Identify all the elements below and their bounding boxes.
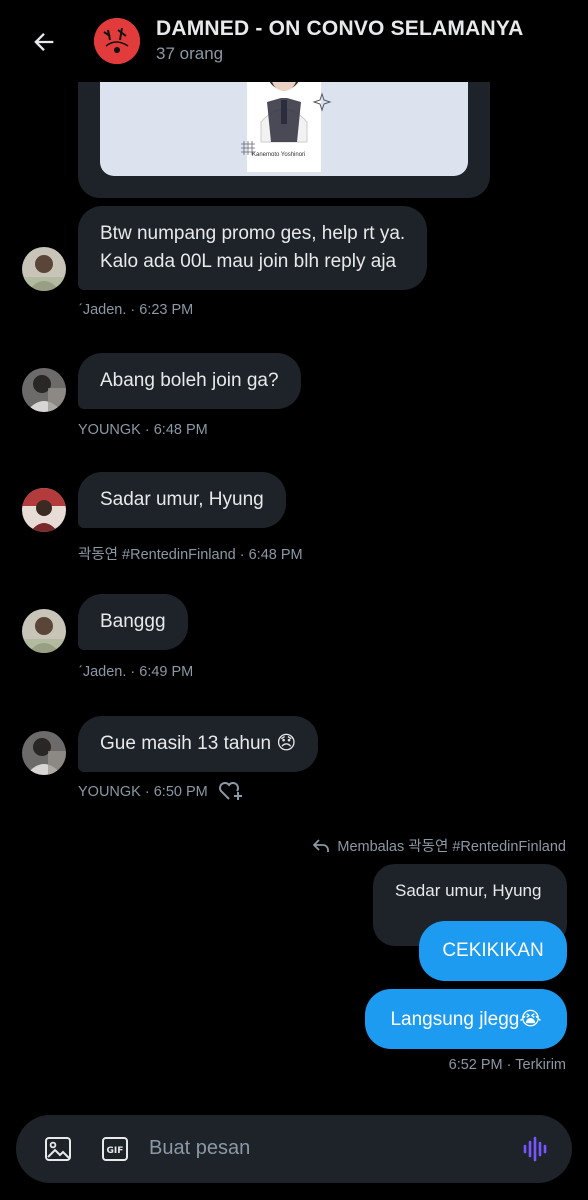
card-caption: Kanemoto Yoshinori <box>252 152 306 158</box>
group-title[interactable]: DAMNED - ON CONVO SELAMANYA <box>156 17 523 41</box>
sent-message-bubble[interactable]: Langsung jlegg😭 <box>365 989 567 1049</box>
avatar-jaden[interactable] <box>22 609 66 653</box>
back-arrow-icon[interactable] <box>26 24 62 60</box>
avatar-jaden[interactable] <box>22 247 66 291</box>
message-meta: ˊJaden. · 6:23 PM <box>78 302 194 318</box>
member-count: 37 orang <box>156 44 224 63</box>
message-input[interactable]: Buat pesan <box>149 1137 250 1160</box>
message-composer[interactable]: GIF Buat pesan <box>16 1115 572 1183</box>
message-line: Kalo ada 00L mau join blh reply aja <box>100 251 397 272</box>
message-meta: YOUNGK · 6:48 PM <box>78 422 208 438</box>
message-bubble[interactable]: Gue masih 13 tahun 😞 <box>78 716 319 772</box>
message-bubble[interactable]: Banggg <box>78 594 188 650</box>
sent-status: 6:52 PM · Terkirim <box>448 1057 566 1073</box>
quoted-message-text: Sadar umur, Hyung <box>395 881 542 900</box>
add-reaction-heart-icon[interactable] <box>218 780 244 802</box>
reply-context: Membalas 곽동연 #RentedinFinland <box>313 835 566 856</box>
image-icon[interactable] <box>44 1135 72 1163</box>
grid-decoration-icon <box>241 141 255 155</box>
group-avatar[interactable] <box>94 18 140 64</box>
gif-icon[interactable]: GIF <box>101 1135 129 1163</box>
sent-message-bubble[interactable]: CEKIKIKAN <box>419 921 567 981</box>
message-line: Btw numpang promo ges, help rt ya. <box>100 223 406 244</box>
avatar-youngk[interactable] <box>22 368 66 412</box>
message-bubble[interactable]: Btw numpang promo ges, help rt ya. Kalo … <box>78 206 428 290</box>
avatar-youngk[interactable] <box>22 731 66 775</box>
reply-context-label: Membalas 곽동연 #RentedinFinland <box>337 839 566 855</box>
sparkle-icon <box>312 92 332 112</box>
voice-message-icon[interactable] <box>522 1135 550 1163</box>
avatar-gwak-dongyeon[interactable] <box>22 488 66 532</box>
message-bubble[interactable]: Sadar umur, Hyung <box>78 472 286 528</box>
message-meta: ˊJaden. · 6:49 PM <box>78 664 194 680</box>
svg-text:GIF: GIF <box>107 1146 124 1156</box>
reply-arrow-icon <box>313 838 330 852</box>
message-meta: 곽동연 #RentedinFinland · 6:48 PM <box>78 547 303 563</box>
message-bubble[interactable]: Abang boleh join ga? <box>78 353 301 409</box>
chat-header: DAMNED - ON CONVO SELAMANYA 37 orang <box>0 0 588 82</box>
message-meta: YOUNGK · 6:50 PM <box>78 784 208 800</box>
